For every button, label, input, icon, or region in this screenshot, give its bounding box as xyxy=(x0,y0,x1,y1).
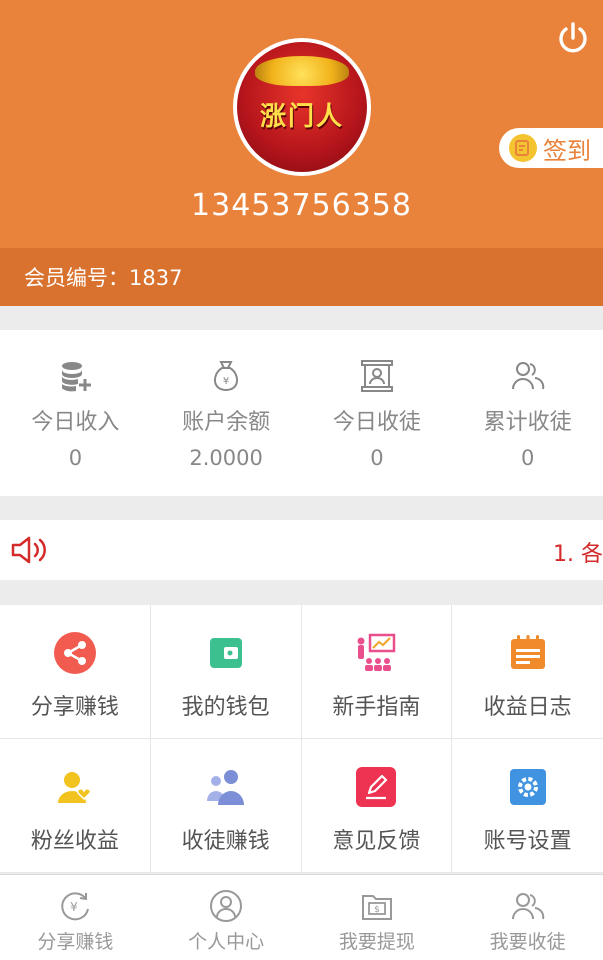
menu-income-log[interactable]: 收益日志 xyxy=(452,605,603,739)
speaker-icon xyxy=(11,536,46,564)
menu-my-wallet[interactable]: 我的钱包 xyxy=(150,605,302,739)
user-phone: 13453756358 xyxy=(191,188,412,223)
menu-label: 意见反馈 xyxy=(332,829,421,854)
person-circle-icon xyxy=(210,890,243,922)
svg-text:¥: ¥ xyxy=(71,900,79,914)
stat-label: 今日收入 xyxy=(31,410,120,435)
avatar[interactable]: 涨门人 xyxy=(233,38,371,176)
menu-label: 粉丝收益 xyxy=(30,829,119,854)
wallet-icon xyxy=(204,631,248,675)
menu-account-settings[interactable]: 账号设置 xyxy=(452,739,603,873)
stats-panel: 今日收入 0 ¥ 账户余额 2.0000 今日收徒 0 累计收徒 0 xyxy=(0,330,603,496)
tab-label: 个人中心 xyxy=(188,931,265,953)
menu-label: 我的钱包 xyxy=(181,695,270,720)
stat-today-income[interactable]: 今日收入 0 xyxy=(0,330,151,496)
power-icon[interactable] xyxy=(555,20,591,56)
menu-label: 分享赚钱 xyxy=(30,695,119,720)
stat-label: 今日收徒 xyxy=(332,410,421,435)
notice-bar[interactable]: 1. 各 xyxy=(0,520,603,580)
menu-label: 收徒赚钱 xyxy=(181,829,270,854)
money-bag-icon: ¥ xyxy=(214,361,239,392)
bottom-tabbar: ¥ 分享赚钱 个人中心 $ 我要提现 我要收徒 xyxy=(0,874,603,960)
tab-label: 我要提现 xyxy=(338,931,415,953)
share-icon xyxy=(53,631,97,675)
coins-add-icon xyxy=(62,362,92,392)
presentation-icon xyxy=(354,631,398,675)
menu-label: 收益日志 xyxy=(483,695,572,720)
yuan-refresh-icon: ¥ xyxy=(61,892,90,921)
gear-icon xyxy=(506,765,550,809)
menu-feedback[interactable]: 意见反馈 xyxy=(301,739,453,873)
svg-text:$: $ xyxy=(374,905,380,915)
stat-label: 累计收徒 xyxy=(483,410,572,435)
tab-withdraw[interactable]: $ 我要提现 xyxy=(302,875,453,960)
group-users-icon xyxy=(204,765,248,809)
fan-user-icon xyxy=(53,765,97,809)
tab-personal-center[interactable]: 个人中心 xyxy=(151,875,302,960)
menu-grid: 分享赚钱 我的钱包 新手指南 收益日志 粉丝收益 收徒赚钱 意见反馈 账号设置 xyxy=(0,605,603,873)
tab-label: 分享赚钱 xyxy=(37,931,114,953)
stat-value: 2.0000 xyxy=(189,446,263,470)
feedback-pen-icon xyxy=(354,765,398,809)
menu-share-earn[interactable]: 分享赚钱 xyxy=(0,605,151,739)
checkin-button[interactable]: 签到 xyxy=(499,128,603,168)
tab-recruit[interactable]: 我要收徒 xyxy=(452,875,603,960)
users-icon xyxy=(511,362,544,390)
calendar-log-icon xyxy=(506,631,550,675)
scroll-portrait-icon xyxy=(360,360,393,392)
member-id-bar: 会员编号：1837 xyxy=(0,248,603,306)
folder-cash-icon: $ xyxy=(361,895,392,920)
menu-recruit-earn[interactable]: 收徒赚钱 xyxy=(150,739,302,873)
svg-text:¥: ¥ xyxy=(223,376,229,387)
checkin-label: 签到 xyxy=(543,136,591,165)
stat-total-apprentices[interactable]: 累计收徒 0 xyxy=(452,330,603,496)
avatar-logo-text: 涨门人 xyxy=(259,102,344,132)
menu-beginner-guide[interactable]: 新手指南 xyxy=(301,605,453,739)
stat-value: 0 xyxy=(520,446,535,470)
tab-share-earn[interactable]: ¥ 分享赚钱 xyxy=(0,875,151,960)
profile-header: 涨门人 签到 13453756358 xyxy=(0,0,603,248)
users-icon xyxy=(511,893,544,920)
menu-label: 账号设置 xyxy=(483,829,572,854)
checkin-note-icon xyxy=(509,134,537,162)
stat-value: 0 xyxy=(370,446,384,470)
stat-balance[interactable]: ¥ 账户余额 2.0000 xyxy=(151,330,302,496)
menu-label: 新手指南 xyxy=(332,695,421,720)
tab-label: 我要收徒 xyxy=(489,931,566,953)
member-id-label: 会员编号：1837 xyxy=(24,266,183,290)
notice-text: 1. 各 xyxy=(553,542,603,567)
avatar-logo: 涨门人 xyxy=(237,42,367,172)
stat-value: 0 xyxy=(68,446,83,470)
menu-fan-income[interactable]: 粉丝收益 xyxy=(0,739,151,873)
stat-label: 账户余额 xyxy=(182,410,271,435)
stat-today-apprentices[interactable]: 今日收徒 0 xyxy=(302,330,453,496)
